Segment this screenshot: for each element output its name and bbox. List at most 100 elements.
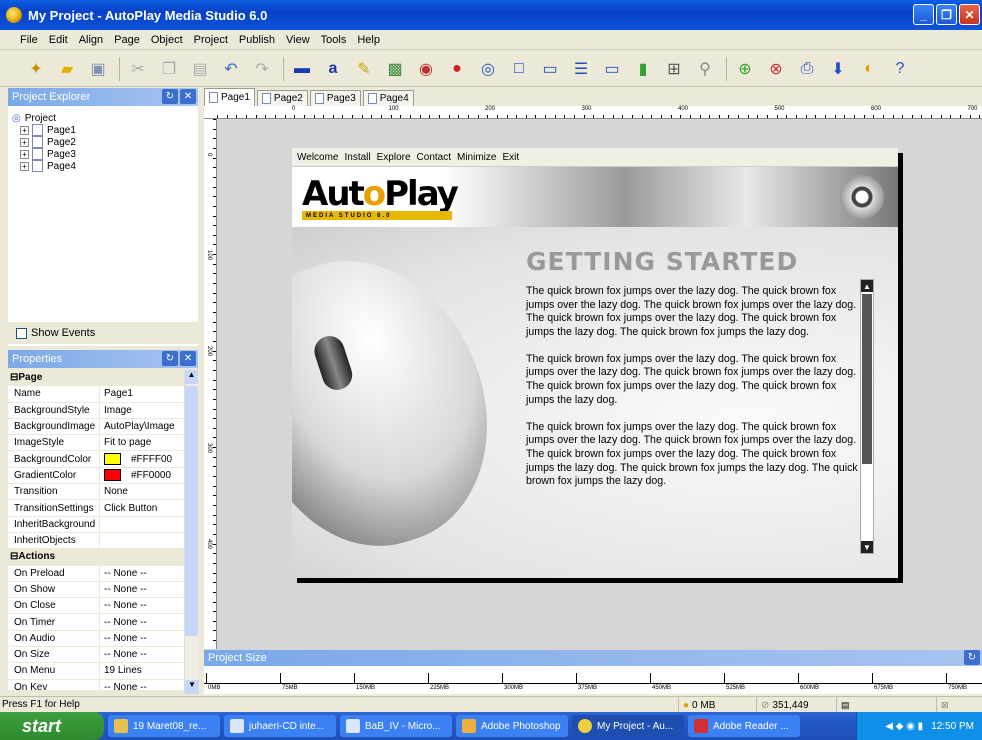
minimize-button[interactable]: _ [913, 4, 934, 25]
button-object-icon[interactable]: ▬ [288, 55, 316, 83]
web-object-icon[interactable]: ◎ [474, 55, 502, 83]
property-value[interactable]: -- None -- [100, 600, 147, 611]
stage-menu-install[interactable]: Install [345, 152, 371, 163]
scroll-up-button[interactable]: ▲ [185, 370, 198, 384]
close-button[interactable]: ✕ [959, 4, 980, 25]
page-row[interactable]: InheritObjects [8, 532, 184, 550]
input-object-icon[interactable]: ▭ [536, 55, 564, 83]
action-row[interactable]: On Close -- None -- [8, 598, 184, 615]
refresh-icon[interactable]: ↻ [162, 351, 178, 366]
menu-publish[interactable]: Publish [239, 34, 275, 46]
progress-object-icon[interactable]: ▮ [629, 55, 657, 83]
page-row[interactable]: BackgroundImage AutoPlay\Image [8, 418, 184, 436]
scroll-down-button[interactable]: ▼ [185, 680, 199, 694]
paragraph-object-icon[interactable]: ✎ [350, 55, 378, 83]
paragraph-object[interactable]: The quick brown fox jumps over the lazy … [526, 285, 861, 502]
property-value[interactable]: Click Button [100, 503, 157, 514]
tab-page2[interactable]: Page2 [256, 90, 308, 106]
label-object-icon[interactable]: a [319, 55, 347, 83]
copy-icon[interactable]: ❐ [155, 55, 183, 83]
scroll-down-button[interactable]: ▼ [861, 541, 873, 553]
new-page-icon[interactable]: ⊕ [731, 55, 759, 83]
task-word-2[interactable]: BaB_IV - Micro... [340, 715, 452, 737]
action-row[interactable]: On Size -- None -- [8, 647, 184, 664]
menu-help[interactable]: Help [357, 34, 380, 46]
refresh-icon[interactable]: ↻ [162, 89, 178, 104]
page-row[interactable]: GradientColor #FF0000 [8, 467, 184, 485]
property-value[interactable]: Page1 [100, 388, 133, 399]
page-section[interactable]: ⊟ Page [8, 370, 184, 387]
actions-section[interactable]: ⊟ Actions [8, 549, 184, 566]
collapse-icon[interactable]: ⊟ [8, 549, 18, 564]
action-row[interactable]: On Show -- None -- [8, 581, 184, 599]
task-autoplay[interactable]: My Project - Au... [572, 715, 684, 737]
action-row[interactable]: On Audio -- None -- [8, 630, 184, 648]
menu-object[interactable]: Object [151, 34, 183, 46]
stage-menu-minimize[interactable]: Minimize [457, 152, 496, 163]
restore-button[interactable]: ❐ [936, 4, 957, 25]
property-value[interactable]: -- None -- [100, 633, 147, 644]
page-row[interactable]: Transition None [8, 484, 184, 501]
expand-icon[interactable]: + [20, 137, 29, 147]
expand-icon[interactable]: + [20, 149, 29, 159]
page-row[interactable]: BackgroundStyle Image [8, 402, 184, 419]
publish-icon[interactable]: ⬇ [824, 55, 852, 83]
action-row[interactable]: On Menu 19 Lines [8, 663, 184, 680]
menu-page[interactable]: Page [114, 34, 140, 46]
tree-object-icon[interactable]: ⊞ [660, 55, 688, 83]
color-swatch[interactable] [104, 453, 121, 466]
action-row[interactable]: On Key -- None -- [8, 679, 184, 690]
menu-align[interactable]: Align [79, 34, 103, 46]
hotspot-object-icon[interactable]: □ [505, 55, 533, 83]
property-value[interactable]: 19 Lines [100, 665, 142, 676]
property-value[interactable]: Fit to page [100, 437, 151, 448]
property-value[interactable]: Image [100, 405, 132, 416]
delete-page-icon[interactable]: ⊗ [762, 55, 790, 83]
paragraph-scrollbar[interactable]: ▲ ▼ [860, 279, 874, 554]
preview-icon[interactable]: ⎙ [793, 55, 821, 83]
tree-item-project[interactable]: ◎ Project [12, 112, 198, 124]
action-row[interactable]: On Preload -- None -- [8, 565, 184, 582]
expand-icon[interactable]: + [20, 161, 29, 171]
cut-icon[interactable]: ✂ [124, 55, 152, 83]
help-icon[interactable]: ? [886, 55, 914, 83]
menu-project[interactable]: Project [194, 34, 228, 46]
tab-page3[interactable]: Page3 [309, 90, 361, 106]
scroll-thumb[interactable] [862, 294, 872, 464]
property-value[interactable]: #FFFF00 [100, 453, 172, 466]
video-object-icon[interactable]: ◉ [412, 55, 440, 83]
clock[interactable]: 12:50 PM [931, 721, 974, 732]
close-icon[interactable]: ✕ [180, 351, 196, 366]
property-value[interactable]: AutoPlay\Image [100, 421, 175, 432]
tree-item-page1[interactable]: + Page1 [12, 124, 198, 136]
redo-icon[interactable]: ↷ [248, 55, 276, 83]
tray-icons[interactable]: ◀ ◆ ◉ ▮ [885, 721, 923, 732]
stage-menu-contact[interactable]: Contact [417, 152, 451, 163]
zoom-icon[interactable]: ⚲ [691, 55, 719, 83]
tree-item-page3[interactable]: + Page3 [12, 148, 198, 160]
tree-item-page4[interactable]: + Page4 [12, 160, 198, 172]
menu-tools[interactable]: Tools [321, 34, 347, 46]
page-stage[interactable]: Welcome Install Explore Contact Minimize… [292, 148, 898, 578]
task-photoshop[interactable]: Adobe Photoshop [456, 715, 568, 737]
page-row[interactable]: BackgroundColor #FFFF00 [8, 451, 184, 468]
flash-object-icon[interactable]: ● [443, 55, 471, 83]
close-icon[interactable]: ✕ [180, 89, 196, 104]
property-value[interactable]: -- None -- [100, 584, 147, 595]
getting-started-heading[interactable]: GETTING STARTED [526, 247, 798, 276]
menu-view[interactable]: View [286, 34, 310, 46]
combobox-object-icon[interactable]: ▭ [598, 55, 626, 83]
property-value[interactable]: -- None -- [100, 617, 147, 628]
paste-icon[interactable]: ▤ [186, 55, 214, 83]
properties-scrollbar[interactable]: ▲ ▼ [184, 370, 199, 694]
tab-page4[interactable]: Page4 [362, 90, 414, 106]
start-button[interactable]: start [0, 712, 104, 740]
property-value[interactable]: #FF0000 [100, 469, 171, 482]
page-row[interactable]: ImageStyle Fit to page [8, 435, 184, 452]
task-explorer[interactable]: 19 Maret08_re... [108, 715, 220, 737]
task-word-1[interactable]: juhaeri-CD inte... [224, 715, 336, 737]
menu-file[interactable]: File [20, 34, 38, 46]
listbox-object-icon[interactable]: ☰ [567, 55, 595, 83]
color-swatch[interactable] [104, 469, 121, 482]
image-object-icon[interactable]: ▩ [381, 55, 409, 83]
